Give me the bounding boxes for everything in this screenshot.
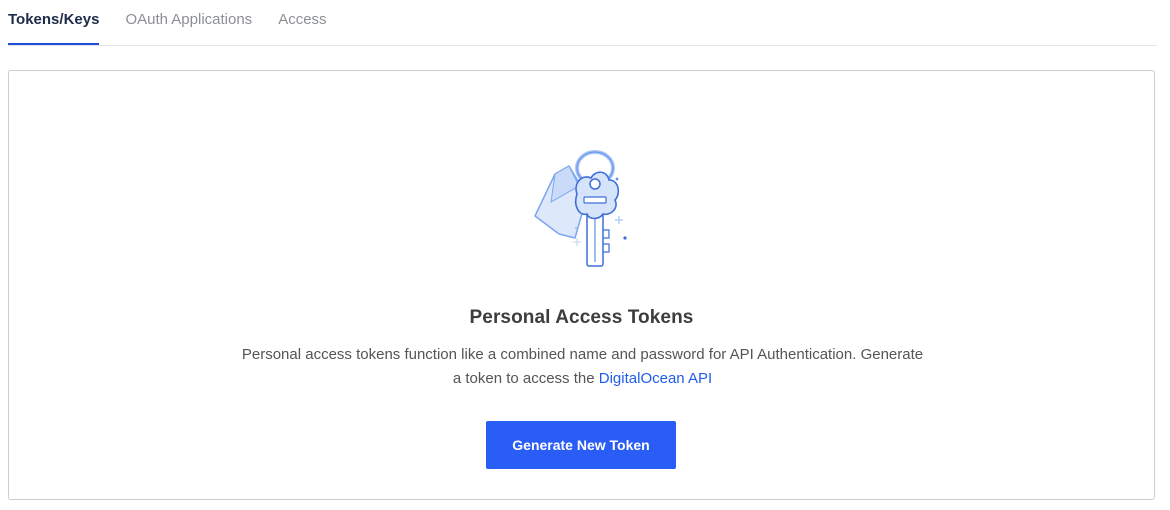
tab-access[interactable]: Access — [278, 0, 326, 33]
description-line-1: Personal access tokens function like a c… — [241, 346, 924, 363]
description-line-2: a token to access the — [452, 370, 595, 387]
empty-state-panel: Personal Access Tokens Personal access t… — [8, 70, 1155, 500]
empty-state-description: Personal access tokens function like a c… — [219, 343, 946, 391]
generate-new-token-button[interactable]: Generate New Token — [486, 421, 676, 469]
digitalocean-api-link[interactable]: DigitalOcean API — [599, 370, 712, 387]
tab-bar: Tokens/Keys OAuth Applications Access — [8, 0, 1157, 46]
tab-tokens-keys[interactable]: Tokens/Keys — [8, 0, 100, 45]
key-with-tag-icon — [534, 150, 627, 267]
empty-state-title: Personal Access Tokens — [469, 307, 694, 328]
tab-oauth-applications[interactable]: OAuth Applications — [125, 0, 252, 33]
